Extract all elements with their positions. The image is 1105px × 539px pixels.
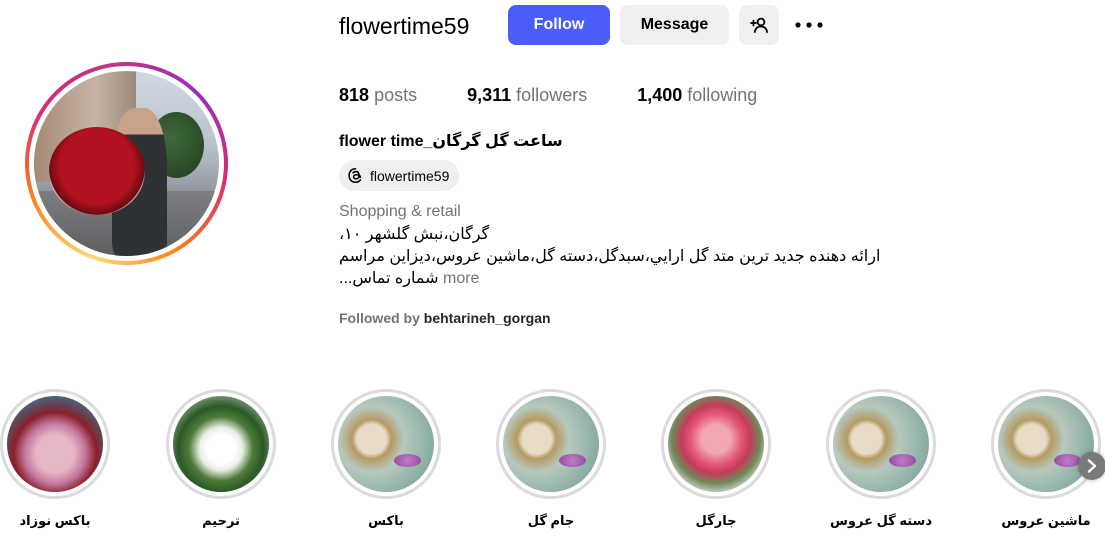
highlight-ring	[166, 389, 276, 499]
profile-full-name: ساعت گل گرگان_flower time	[339, 133, 563, 150]
highlight-label: جام گل	[527, 513, 575, 528]
highlight-cover	[173, 396, 269, 492]
highlight-cover	[7, 396, 103, 492]
followed-by-prefix: Followed by	[339, 310, 420, 326]
followed-by-name: behtarineh_gorgan	[423, 310, 551, 326]
highlight-ring	[0, 389, 110, 499]
highlight-item[interactable]: دسته گل عروس	[823, 389, 939, 539]
threads-link[interactable]: flowertime59	[339, 160, 460, 191]
highlight-item[interactable]: ترحیم	[163, 389, 279, 539]
bio-more-link[interactable]: more	[443, 270, 479, 287]
followers-stat[interactable]: 9,311 followers	[467, 83, 587, 107]
profile-bio: گرگان،نبش گلشهر ۱۰، ارائه دهنده جدید تری…	[339, 224, 880, 290]
highlight-item[interactable]: جارگل	[658, 389, 774, 539]
follow-button[interactable]: Follow	[508, 5, 610, 45]
highlight-label: جارگل	[695, 513, 737, 528]
bio-line-2: ارائه دهنده جدید ترین متد گل ارايي،سبدگل…	[339, 248, 881, 265]
threads-handle: flowertime59	[370, 167, 450, 184]
highlight-label: باکس نوزاد	[19, 513, 91, 528]
person-plus-icon	[750, 17, 768, 33]
followers-label: followers	[516, 85, 588, 105]
profile-category: Shopping & retail	[339, 203, 461, 220]
highlight-cover	[833, 396, 929, 492]
posts-stat: 818 posts	[339, 83, 417, 107]
bio-line-3: شماره تماس... more	[339, 268, 880, 290]
highlight-cover	[668, 396, 764, 492]
following-stat[interactable]: 1,400 following	[637, 83, 757, 107]
following-label: following	[687, 85, 758, 105]
chevron-right-icon	[1087, 459, 1097, 473]
highlight-ring	[826, 389, 936, 499]
highlight-label: ترحیم	[202, 513, 240, 528]
avatar-border	[29, 66, 224, 261]
highlight-item[interactable]: باکس نوزاد	[0, 389, 113, 539]
highlight-ring	[496, 389, 606, 499]
avatar-photo	[34, 71, 219, 256]
following-count: 1,400	[637, 85, 683, 105]
posts-count: 818	[339, 85, 370, 105]
more-options-button[interactable]	[789, 5, 829, 45]
followers-count: 9,311	[467, 85, 512, 105]
profile-avatar[interactable]	[25, 62, 228, 265]
highlight-label: ماشین عروس	[1001, 513, 1091, 528]
suggest-similar-button[interactable]	[739, 5, 779, 45]
profile-username: flowertime59	[339, 13, 470, 39]
posts-label: posts	[374, 85, 418, 105]
highlight-cover	[503, 396, 599, 492]
profile-stats: 818 posts 9,311 followers 1,400 followin…	[339, 83, 807, 107]
highlight-cover	[998, 396, 1094, 492]
more-horizontal-icon	[795, 22, 823, 28]
highlight-ring	[331, 389, 441, 499]
followed-by[interactable]: Followed by behtarineh_gorgan	[339, 308, 551, 328]
highlights-next-button[interactable]	[1078, 452, 1105, 480]
bio-line-1: گرگان،نبش گلشهر ۱۰،	[339, 226, 490, 243]
highlight-label: دسته گل عروس	[829, 513, 933, 528]
highlight-item[interactable]: باکس	[328, 389, 444, 539]
highlight-ring	[661, 389, 771, 499]
message-button[interactable]: Message	[620, 5, 729, 45]
bio-line-3-text: شماره تماس...	[339, 270, 439, 287]
highlight-ring	[991, 389, 1101, 499]
highlight-cover	[338, 396, 434, 492]
highlight-item[interactable]: جام گل	[493, 389, 609, 539]
avatar-bouquet	[48, 126, 145, 216]
threads-icon	[348, 167, 362, 184]
highlight-label: باکس	[368, 513, 404, 528]
